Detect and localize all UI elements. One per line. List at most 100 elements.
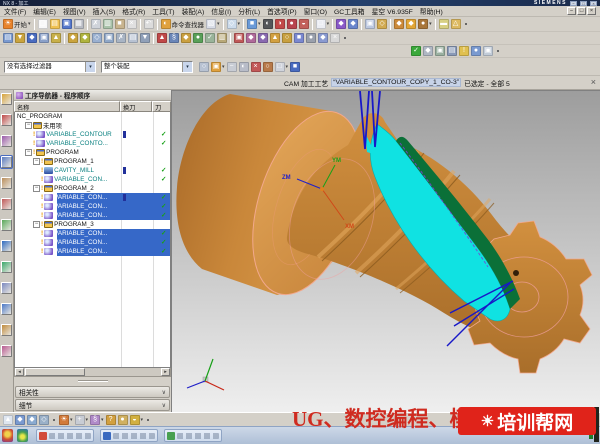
tree-row-13[interactable]: !VARIABLE_CON...✓ (15, 229, 170, 238)
role-basic-icon[interactable]: ◆ (14, 414, 26, 426)
cut-icon[interactable]: ✗ (90, 18, 102, 30)
role-advanced-icon[interactable]: ◆ (26, 414, 38, 426)
tree-row-11[interactable]: !VARIABLE_CON...✓ (15, 211, 170, 220)
web-browser-tab[interactable] (1, 240, 12, 252)
capture-image-icon[interactable]: ▧▾ (205, 18, 221, 30)
tree-row-3[interactable]: !VARIABLE_CONTO...✓ (15, 139, 170, 148)
menu-item-5[interactable]: 工具(T) (152, 6, 174, 16)
doc-minimize-button[interactable]: − (567, 7, 576, 15)
scroll-right-icon[interactable]: ▸ (161, 368, 170, 376)
mirror-mill-icon[interactable]: ▣ (233, 32, 245, 44)
create-tool-icon[interactable]: ▼ (14, 32, 26, 44)
palettes-tab[interactable] (1, 324, 12, 336)
measure-tool-icon[interactable]: △ (450, 18, 462, 30)
list-toolpath-icon[interactable]: ▤ (127, 32, 139, 44)
find-feature-icon[interactable]: ●▾ (417, 18, 433, 30)
scroll-left-icon[interactable]: ◂ (15, 368, 24, 376)
sim-person-gold-icon[interactable]: ▲ (269, 32, 281, 44)
parallel-generate-icon[interactable]: ◆ (79, 32, 91, 44)
maximize-button[interactable]: □ (580, 1, 587, 6)
sim-board-icon[interactable]: ▤ (446, 45, 458, 57)
snap-view-icon[interactable]: ▣ (364, 18, 376, 30)
tree-row-2[interactable]: !VARIABLE_CONTOUR✓ (15, 130, 170, 139)
sim-machine-blue-icon[interactable]: ■ (293, 32, 305, 44)
new-file-icon[interactable]: ▢ (37, 18, 49, 30)
snap-midpoint-icon[interactable]: ◐ (238, 61, 250, 73)
column-header-2[interactable]: 刀 (152, 101, 171, 112)
menu-item-12[interactable]: 星空 V6.935F (372, 6, 413, 16)
graphics-viewport[interactable]: YM ZM XM (172, 90, 600, 412)
menu-item-1[interactable]: 编辑(E) (33, 6, 56, 16)
sim-gear-icon[interactable]: ▣ (434, 45, 446, 57)
column-header-0[interactable]: 名称 (14, 101, 120, 112)
tree-row-12[interactable]: −!PROGRAM_3 (15, 220, 170, 229)
expander-icon[interactable]: − (33, 158, 40, 165)
history-palette-tab[interactable] (1, 282, 12, 294)
datum-csys-icon[interactable]: ◆ (405, 18, 417, 30)
gouge-check-icon[interactable]: ✗ (115, 32, 127, 44)
scene-find-icon[interactable]: ● (117, 414, 129, 426)
machine-tool-view-tab[interactable] (1, 177, 12, 189)
menu-item-0[interactable]: 文件(F) (4, 6, 26, 16)
selection-filter-caret-icon[interactable]: ▾ (85, 62, 95, 72)
assembly-navigator-tab[interactable] (1, 93, 12, 105)
snap-endpoint-icon[interactable]: − (226, 61, 238, 73)
doc-restore-button[interactable]: □ (577, 7, 586, 15)
simulate-spin-icon[interactable]: ◆ (245, 32, 257, 44)
expander-icon[interactable]: − (25, 122, 32, 129)
tree-row-6[interactable]: !CAVITY_MILL✓ (15, 166, 170, 175)
operation-checklist-icon[interactable]: ✓ (204, 32, 216, 44)
flower-palette-icon[interactable]: ☀▾ (58, 414, 74, 426)
taskbar-window-2[interactable] (100, 429, 158, 442)
show-hide-icon[interactable]: ◆ (335, 18, 347, 30)
save-icon[interactable]: ▣ (61, 18, 73, 30)
tree-row-9[interactable]: !VARIABLE_CON...✓ (15, 193, 170, 202)
create-program-icon[interactable]: ▤ (2, 32, 14, 44)
command-finder-icon[interactable]: ◐命令查找器 (160, 18, 206, 30)
copy-icon[interactable]: ▥ (102, 18, 114, 30)
selection-scope-caret-icon[interactable]: ▾ (182, 62, 192, 72)
create-geometry-icon[interactable]: ◆ (26, 32, 38, 44)
taskbar-window-1[interactable] (36, 429, 94, 442)
move-object-icon[interactable]: ◆ (347, 18, 359, 30)
optimize-flag-icon[interactable]: ! (458, 45, 470, 57)
tree-row-10[interactable]: !VARIABLE_CON...✓ (15, 202, 170, 211)
scrollbar-thumb[interactable] (25, 368, 85, 376)
sim-refresh-icon[interactable]: ○ (281, 32, 293, 44)
menu-item-13[interactable]: 帮助(H) (420, 6, 443, 16)
pointer-tool-icon[interactable]: ▲ (2, 414, 14, 426)
delete-icon[interactable]: × (126, 18, 138, 30)
taskbar-window-3[interactable] (164, 429, 222, 442)
tree-row-0[interactable]: NC_PROGRAM (15, 112, 170, 121)
snap-intersection-icon[interactable]: × (250, 61, 262, 73)
navigator-body[interactable]: NC_PROGRAM−未用项!VARIABLE_CONTOUR✓!VARIABL… (14, 112, 171, 368)
cue-close-icon[interactable]: × (591, 77, 596, 87)
fit-window-icon[interactable]: □▾ (315, 18, 331, 30)
edit-object-display-icon[interactable]: ◒ (298, 18, 310, 30)
rectangle-select-icon[interactable]: □▾ (274, 61, 290, 73)
feeds-speeds-icon[interactable]: § (168, 32, 180, 44)
coins-tool-icon[interactable]: ◒▾ (129, 414, 145, 426)
render-style-icon[interactable]: ◐ (262, 18, 274, 30)
templates-palette-tab[interactable] (1, 219, 12, 231)
menu-item-10[interactable]: 窗口(O) (304, 6, 327, 16)
sim-hand-icon[interactable]: ◆ (422, 45, 434, 57)
process-assistant-tab[interactable] (1, 198, 12, 210)
menu-item-2[interactable]: 视图(V) (63, 6, 86, 16)
workpiece-display-icon[interactable]: ● (192, 32, 204, 44)
create-method-icon[interactable]: ▣ (38, 32, 50, 44)
tool-display-icon[interactable]: ◆ (180, 32, 192, 44)
person-help-icon[interactable]: ? (105, 414, 117, 426)
shaded-display-icon[interactable]: ■▾ (246, 18, 262, 30)
postprocess-icon[interactable]: ▼ (139, 32, 151, 44)
close-button[interactable]: × (590, 1, 597, 6)
collapsed-panel-1[interactable]: 细节∨ (15, 399, 170, 411)
menu-item-6[interactable]: 装配(A) (182, 6, 205, 16)
sim-gray-icon[interactable]: ● (305, 32, 317, 44)
operation-navigator-tab[interactable] (1, 156, 12, 168)
minimize-button[interactable]: − (570, 1, 577, 6)
solid-body-select-icon[interactable]: ■ (289, 61, 301, 73)
view-orientation-icon[interactable]: ◇▾ (226, 18, 242, 30)
undo-icon[interactable]: ↶ (143, 18, 155, 30)
tree-row-5[interactable]: −!PROGRAM_1 (15, 157, 170, 166)
